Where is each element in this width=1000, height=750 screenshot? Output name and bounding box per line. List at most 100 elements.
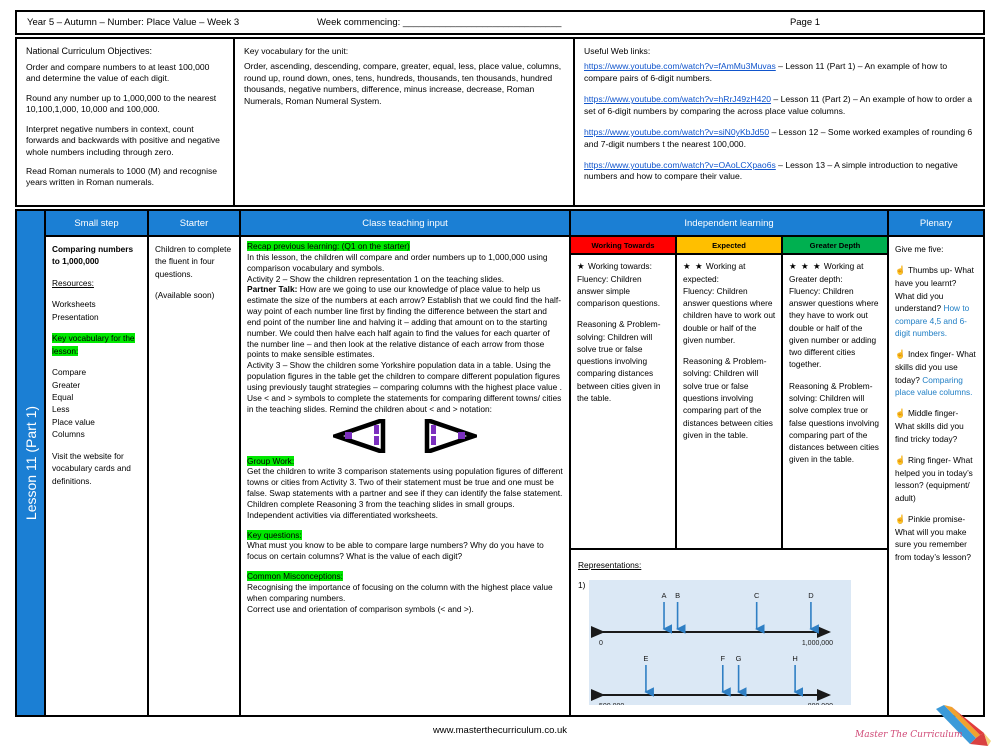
plenary-intro: Give me five: (895, 244, 944, 254)
table-columns: Small step Starter Class teaching input … (46, 211, 983, 715)
brand-name-text: Master The Curriculum (855, 730, 963, 740)
table-body-row: Comparing numbers to 1,000,000 Resources… (46, 237, 983, 715)
attainment-band-headers: Working Towards Expected Greater Depth (571, 237, 887, 255)
band-header-working-towards: Working Towards (571, 237, 677, 253)
weblink-url[interactable]: https://www.youtube.com/watch?v=hRrJ49zH… (584, 94, 771, 104)
band-reasoning-text: Reasoning & Problem-solving: Children wi… (789, 380, 879, 465)
number-line-pointer-label: C (754, 591, 760, 600)
greater-than-crocodile-icon (424, 418, 477, 453)
hand-gesture-icon: ☝ (895, 408, 908, 419)
band-header-greater-depth: Greater Depth (783, 237, 887, 253)
header-page-number: Page 1 (789, 17, 821, 28)
band-heading: Working towards: (587, 261, 652, 271)
plenary-item: ☝ Pinkie promise- What will you make sur… (895, 513, 977, 563)
weblink-entry: https://www.youtube.com/watch?v=fAmMu3Mu… (584, 61, 975, 84)
column-header-starter: Starter (149, 211, 241, 235)
starter-note: (Available soon) (155, 290, 215, 301)
band-reasoning-text: Reasoning & Problem-solving: Children wi… (577, 319, 661, 403)
column-header-small-step: Small step (46, 211, 149, 235)
weblinks-label: Useful Web links: (584, 46, 651, 56)
number-line-end-label: 1,000,000 (802, 640, 833, 647)
weblink-entry: https://www.youtube.com/watch?v=hRrJ49zH… (584, 94, 975, 117)
footer-website-url: www.masterthecurriculum.co.uk (432, 725, 568, 736)
misconceptions-text: Recognising the importance of focusing o… (247, 581, 553, 603)
small-step-title: Comparing numbers to 1,000,000 (52, 244, 134, 267)
info-boxes: National Curriculum Objectives: Order an… (15, 37, 985, 207)
useful-weblinks-box: Useful Web links: https://www.youtube.co… (575, 39, 983, 205)
header-unit-title: Year 5 – Autumn – Number: Place Value – … (27, 17, 240, 28)
small-step-note: Visit the website for vocabulary cards a… (52, 450, 131, 486)
weblink-url[interactable]: https://www.youtube.com/watch?v=siN0yKbJ… (584, 127, 769, 137)
lesson-side-tab: Lesson 11 (Part 1) (17, 211, 46, 715)
partner-talk-label: Partner Talk: (247, 284, 298, 295)
weblink-entry: https://www.youtube.com/watch?v=siN0yKbJ… (584, 127, 975, 150)
number-line-start-label: 0 (599, 640, 603, 647)
attainment-band-bodies: ★ Working towards: Fluency: Children ans… (571, 255, 887, 550)
number-line-pointer-label: F (721, 654, 726, 663)
plenary-item: ☝ Thumbs up- What have you learnt? What … (895, 264, 977, 339)
recap-label: Recap previous learning: (Q1 on the star… (247, 241, 410, 251)
nc-objective: Order and compare numbers to at least 10… (26, 61, 210, 84)
number-line-diagram: 0 1,000,000 AB C D 500,000 800,000 E F G H (589, 580, 852, 710)
independent-learning-cell: Working Towards Expected Greater Depth ★… (571, 237, 889, 715)
vocab-item: Equal (52, 391, 74, 402)
partner-talk-block: Partner Talk: How are we going to use ou… (247, 284, 563, 360)
misconceptions-text-2: Correct use and orientation of compariso… (247, 603, 474, 614)
number-line-start-label: 500,000 (599, 703, 624, 705)
comparison-symbols-graphic (247, 418, 563, 453)
lesson-planning-table: Lesson 11 (Part 1) Small step Starter Cl… (15, 209, 985, 717)
representation-number: 1) (578, 580, 586, 590)
nc-objective: Round any number up to 1,000,000 to the … (26, 92, 217, 115)
plenary-item-list: ☝ Thumbs up- What have you learnt? What … (895, 264, 977, 563)
starter-cell: Children to complete the fluent in four … (149, 237, 241, 715)
vocab-item: Less (52, 404, 70, 415)
misconceptions-label: Common Misconceptions: (247, 571, 343, 582)
plenary-item: ☝ Index finger- What skills did you use … (895, 348, 977, 398)
vocab-label: Key vocabulary for the unit: (244, 46, 349, 56)
starter-text: Children to complete the fluent in four … (155, 244, 232, 279)
hand-gesture-icon: ☝ (895, 514, 908, 525)
band-header-expected: Expected (677, 237, 783, 253)
plenary-cell: Give me five: ☝ Thumbs up- What have you… (889, 237, 983, 715)
recap-text: In this lesson, the children will compar… (247, 251, 548, 273)
band-body-expected: ★ ★ Working at expected: Fluency: Childr… (677, 255, 783, 548)
hand-gesture-icon: ☝ (895, 455, 908, 466)
plenary-item: ☝ Middle finger- What skills did you fin… (895, 407, 977, 445)
column-header-class-teaching: Class teaching input (241, 211, 571, 235)
resources-label: Resources: (52, 277, 94, 288)
band-body-greater-depth: ★ ★ ★ Working at Greater depth: Fluency:… (783, 255, 887, 548)
star-rating-icon: ★ ★ ★ (789, 261, 822, 271)
national-curriculum-box: National Curriculum Objectives: Order an… (17, 39, 235, 205)
small-step-cell: Comparing numbers to 1,000,000 Resources… (46, 237, 149, 715)
number-line-pointer-label: E (644, 654, 649, 663)
vocab-text: Order, ascending, descending, compare, g… (244, 61, 562, 106)
vocab-item: Compare (52, 367, 87, 378)
band-fluency-text: Fluency: Children answer questions where… (789, 285, 879, 370)
vocab-item: Columns (52, 429, 85, 440)
number-line-pointer-label: H (793, 654, 798, 663)
brand-pencil-logo-icon (936, 705, 991, 746)
vocab-item: Greater (52, 379, 81, 390)
nc-objective: Interpret negative numbers in context, c… (26, 123, 220, 157)
resource-item: Worksheets (52, 299, 96, 310)
column-header-independent-learning: Independent learning (571, 211, 889, 235)
resource-item: Presentation (52, 311, 99, 322)
vocab-item: Place value (52, 416, 95, 427)
class-teaching-cell: Recap previous learning: (Q1 on the star… (241, 237, 571, 715)
band-body-working-towards: ★ Working towards: Fluency: Children ans… (571, 255, 677, 548)
number-line-pointer-label: G (736, 654, 742, 663)
weblink-url[interactable]: https://www.youtube.com/watch?v=OAoLCXpa… (584, 160, 776, 170)
plenary-item: ☝ Ring finger- What helped you in today’… (895, 454, 977, 504)
number-line-pointer-label: D (809, 591, 815, 600)
weblink-entry: https://www.youtube.com/watch?v=OAoLCXpa… (584, 160, 975, 183)
column-header-plenary: Plenary (889, 211, 983, 235)
weblink-url[interactable]: https://www.youtube.com/watch?v=fAmMu3Mu… (584, 61, 776, 71)
lesson-tab-label: Lesson 11 (Part 1) (22, 405, 39, 521)
less-than-crocodile-icon (333, 418, 386, 453)
group-work-text: Get the children to write 3 comparison s… (247, 466, 563, 520)
key-vocabulary-box: Key vocabulary for the unit: Order, asce… (235, 39, 575, 205)
nc-label: National Curriculum Objectives: (26, 46, 153, 56)
number-line-pointer-label: B (676, 591, 681, 600)
group-work-label: Group Work: (247, 455, 295, 466)
partner-talk-text: How are we going to use our knowledge of… (247, 284, 561, 360)
